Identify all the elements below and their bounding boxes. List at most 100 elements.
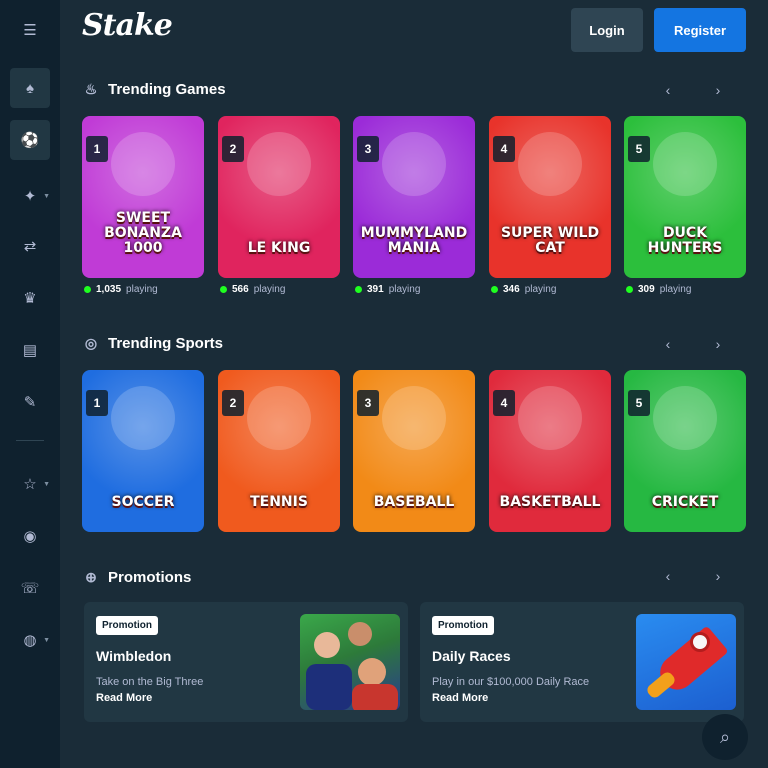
games-next-arrow-icon[interactable]: › <box>704 76 732 104</box>
login-button[interactable]: Login <box>571 8 643 52</box>
online-dot-icon <box>84 286 91 293</box>
responsible-gambling-icon[interactable]: ◉ <box>14 520 46 552</box>
wimbledon-promo-image <box>300 614 400 710</box>
online-dot-icon <box>220 286 227 293</box>
sponsorship-icon[interactable]: ☆ ▼ <box>14 468 50 500</box>
blog-icon[interactable]: ▤ <box>14 334 46 366</box>
players-suffix: playing <box>659 284 692 295</box>
players-number: 346 <box>503 284 520 295</box>
rocket-promo-image <box>636 614 736 710</box>
sport-card[interactable]: 4 Basketball <box>489 370 611 532</box>
promotions-heading: ⊕ Promotions <box>82 568 191 586</box>
card-title: Tennis <box>250 494 308 510</box>
trending-games-heading: ♨ Trending Games <box>82 80 226 98</box>
rank-badge: 1 <box>86 136 108 162</box>
live-support-icon[interactable]: ☏ <box>14 572 46 604</box>
rank-badge: 2 <box>222 136 244 162</box>
rank-badge: 2 <box>222 390 244 416</box>
language-icon[interactable]: ◍ ▼ <box>14 624 50 656</box>
promo-desc-text: Play in our $100,000 Daily Race <box>432 676 590 688</box>
card-artwork <box>653 132 717 196</box>
affiliate-icon[interactable]: ⇄ <box>14 230 46 262</box>
game-card[interactable]: 2 Le King <box>218 116 340 278</box>
players-count: 391 playing <box>355 284 420 295</box>
rank-badge: 1 <box>86 390 108 416</box>
promo-card-wimbledon[interactable]: Promotion Wimbledon Take on the Big Thre… <box>84 602 408 722</box>
players-count: 566 playing <box>220 284 285 295</box>
sport-card[interactable]: 2 Tennis <box>218 370 340 532</box>
rank-badge: 4 <box>493 390 515 416</box>
promotions-next-arrow-icon[interactable]: › <box>704 562 732 590</box>
forum-icon[interactable]: ✎ <box>14 386 46 418</box>
sport-card[interactable]: 3 Baseball <box>353 370 475 532</box>
promo-card-daily-races[interactable]: Promotion Daily Races Play in our $100,0… <box>420 602 744 722</box>
players-number: 566 <box>232 284 249 295</box>
sports-prev-arrow-icon[interactable]: ‹ <box>654 330 682 358</box>
card-title: Sweet Bonanza 1000 <box>104 210 182 256</box>
section-title: Trending Games <box>108 80 226 98</box>
promotions-prev-arrow-icon[interactable]: ‹ <box>654 562 682 590</box>
game-card[interactable]: 4 Super Wild Cat <box>489 116 611 278</box>
players-suffix: playing <box>524 284 557 295</box>
game-card[interactable]: 1 Sweet Bonanza 1000 <box>82 116 204 278</box>
register-button[interactable]: Register <box>654 8 746 52</box>
sports-icon[interactable]: ⚽ <box>10 120 50 160</box>
sidebar-divider <box>16 440 44 441</box>
card-title: Duck Hunters <box>647 225 723 256</box>
search-chat-icon[interactable]: ⌕ <box>702 714 748 760</box>
card-title: Baseball <box>373 494 455 510</box>
sports-next-arrow-icon[interactable]: › <box>704 330 732 358</box>
sport-card[interactable]: 5 Cricket <box>624 370 746 532</box>
card-title: Basketball <box>499 494 601 510</box>
card-artwork <box>382 386 446 450</box>
players-suffix: playing <box>253 284 286 295</box>
card-artwork <box>247 386 311 450</box>
promotion-icon: ⊕ <box>85 568 97 585</box>
players-number: 391 <box>367 284 384 295</box>
section-title: Trending Sports <box>108 334 224 352</box>
gift-icon[interactable]: ✦ ▼ <box>14 180 50 212</box>
game-card[interactable]: 5 Duck Hunters <box>624 116 746 278</box>
trending-sports-heading: ◎ Trending Sports <box>82 334 223 352</box>
card-artwork <box>518 132 582 196</box>
card-artwork <box>247 132 311 196</box>
players-suffix: playing <box>388 284 421 295</box>
card-title: Cricket <box>651 494 719 510</box>
read-more-link[interactable]: Read More <box>96 692 152 704</box>
game-card[interactable]: 3 Mummyland Mania <box>353 116 475 278</box>
card-artwork <box>111 132 175 196</box>
promo-tag: Promotion <box>96 616 158 635</box>
rank-badge: 5 <box>628 136 650 162</box>
ball-icon: ◎ <box>84 334 98 351</box>
card-title: Soccer <box>111 494 175 510</box>
players-suffix: playing <box>126 284 158 295</box>
stake-logo[interactable]: Stake <box>82 8 173 43</box>
games-prev-arrow-icon[interactable]: ‹ <box>654 76 682 104</box>
casino-icon[interactable]: ♠ <box>10 68 50 108</box>
players-count: 309 playing <box>626 284 691 295</box>
online-dot-icon <box>491 286 498 293</box>
players-number: 1,035 <box>96 284 122 295</box>
card-artwork <box>518 386 582 450</box>
card-title: Super Wild Cat <box>500 225 600 256</box>
card-artwork <box>382 132 446 196</box>
promo-desc-text: Take on the Big Three <box>96 676 204 688</box>
promo-title: Daily Races <box>432 648 511 664</box>
online-dot-icon <box>626 286 633 293</box>
top-header: Stake Login Register <box>60 0 768 62</box>
rank-badge: 5 <box>628 390 650 416</box>
promo-description: Take on the Big Three Read More <box>96 674 276 706</box>
promo-title: Wimbledon <box>96 648 172 664</box>
promo-description: Play in our $100,000 Daily Race Read Mor… <box>432 674 612 706</box>
card-title: Mummyland Mania <box>360 225 468 256</box>
promo-tag: Promotion <box>432 616 494 635</box>
vip-icon[interactable]: ♛ <box>14 282 46 314</box>
fire-icon: ♨ <box>84 80 98 97</box>
menu-icon[interactable]: ☰ <box>14 14 46 46</box>
sidebar: ☰ ♠ ⚽ ✦ ▼ ⇄ ♛ ▤ ✎ ☆ ▼ ◉ ☏ ◍ ▼ <box>0 0 60 768</box>
sport-card[interactable]: 1 Soccer <box>82 370 204 532</box>
read-more-link[interactable]: Read More <box>432 692 488 704</box>
players-count: 1,035 playing <box>84 284 158 295</box>
card-artwork <box>111 386 175 450</box>
online-dot-icon <box>355 286 362 293</box>
